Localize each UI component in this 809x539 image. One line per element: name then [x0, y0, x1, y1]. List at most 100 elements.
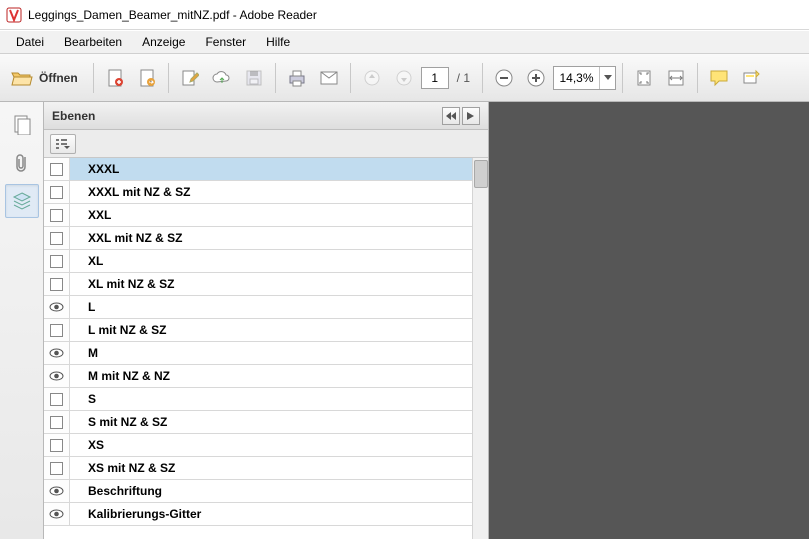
- highlight-button[interactable]: [736, 63, 766, 93]
- layers-icon: [12, 191, 32, 211]
- cloud-button[interactable]: [207, 63, 237, 93]
- attachments-tab[interactable]: [5, 146, 39, 180]
- layer-label: XXL mit NZ & SZ: [70, 231, 182, 245]
- layer-visibility-toggle[interactable]: [44, 342, 70, 364]
- page-number-input[interactable]: [421, 67, 449, 89]
- comment-button[interactable]: [704, 63, 734, 93]
- menu-bearbeiten[interactable]: Bearbeiten: [54, 32, 132, 52]
- panel-collapse-button[interactable]: [442, 107, 460, 125]
- layers-panel: Ebenen XXXL XXXL mit NZ & SZ XXL XXL mit NZ…: [44, 102, 489, 539]
- layer-visibility-toggle[interactable]: [44, 181, 70, 203]
- rewind-icon: [446, 112, 456, 120]
- layer-visibility-toggle[interactable]: [44, 434, 70, 456]
- sign-button[interactable]: [175, 63, 205, 93]
- checkbox-empty-icon: [50, 232, 63, 245]
- highlight-icon: [742, 69, 760, 87]
- layer-row[interactable]: M: [44, 342, 488, 365]
- fit-page-icon: [635, 69, 653, 87]
- scrollbar-track[interactable]: [472, 158, 488, 539]
- layer-label: XS mit NZ & SZ: [70, 461, 175, 475]
- layers-tab[interactable]: [5, 184, 39, 218]
- save-button[interactable]: [239, 63, 269, 93]
- layer-row[interactable]: XXL: [44, 204, 488, 227]
- zoom-dropdown[interactable]: [553, 66, 616, 90]
- speech-bubble-icon: [709, 69, 729, 87]
- scrollbar-thumb[interactable]: [474, 160, 488, 188]
- layer-visibility-toggle[interactable]: [44, 273, 70, 295]
- layer-visibility-toggle[interactable]: [44, 296, 70, 318]
- checkbox-empty-icon: [50, 163, 63, 176]
- fit-width-button[interactable]: [661, 63, 691, 93]
- folder-open-icon: [11, 69, 33, 87]
- layer-row[interactable]: XL mit NZ & SZ: [44, 273, 488, 296]
- layer-label: XXXL mit NZ & SZ: [70, 185, 190, 199]
- layer-row[interactable]: L mit NZ & SZ: [44, 319, 488, 342]
- layer-label: M: [70, 346, 98, 360]
- layer-row[interactable]: Beschriftung: [44, 480, 488, 503]
- page-thumbnails-icon: [13, 115, 31, 135]
- panel-header: Ebenen: [44, 102, 488, 130]
- document-area[interactable]: [489, 102, 809, 539]
- nav-strip: [0, 102, 44, 539]
- layer-visibility-toggle[interactable]: [44, 457, 70, 479]
- panel-close-button[interactable]: [462, 107, 480, 125]
- layer-label: S mit NZ & SZ: [70, 415, 167, 429]
- fit-page-button[interactable]: [629, 63, 659, 93]
- checkbox-empty-icon: [50, 255, 63, 268]
- layer-visibility-toggle[interactable]: [44, 411, 70, 433]
- layer-row[interactable]: L: [44, 296, 488, 319]
- minus-circle-icon: [494, 68, 514, 88]
- layer-label: Beschriftung: [70, 484, 162, 498]
- thumbnails-tab[interactable]: [5, 108, 39, 142]
- zoom-in-button[interactable]: [521, 63, 551, 93]
- layer-visibility-toggle[interactable]: [44, 250, 70, 272]
- eye-icon: [49, 371, 64, 381]
- layer-row[interactable]: XXXL: [44, 158, 488, 181]
- layer-row[interactable]: M mit NZ & NZ: [44, 365, 488, 388]
- chevron-down-icon[interactable]: [599, 67, 615, 89]
- layer-label: XXL: [70, 208, 111, 222]
- print-button[interactable]: [282, 63, 312, 93]
- layer-visibility-toggle[interactable]: [44, 227, 70, 249]
- layer-visibility-toggle[interactable]: [44, 319, 70, 341]
- menu-datei[interactable]: Datei: [6, 32, 54, 52]
- email-button[interactable]: [314, 63, 344, 93]
- layer-row[interactable]: XXXL mit NZ & SZ: [44, 181, 488, 204]
- layer-label: L: [70, 300, 95, 314]
- layer-row[interactable]: XS mit NZ & SZ: [44, 457, 488, 480]
- floppy-icon: [245, 69, 263, 87]
- layer-visibility-toggle[interactable]: [44, 365, 70, 387]
- layer-label: L mit NZ & SZ: [70, 323, 166, 337]
- layer-visibility-toggle[interactable]: [44, 503, 70, 525]
- layer-row[interactable]: XS: [44, 434, 488, 457]
- layer-label: XXXL: [70, 162, 119, 176]
- layer-visibility-toggle[interactable]: [44, 158, 70, 180]
- layer-visibility-toggle[interactable]: [44, 480, 70, 502]
- menu-fenster[interactable]: Fenster: [195, 32, 256, 52]
- layer-visibility-toggle[interactable]: [44, 388, 70, 410]
- layer-row[interactable]: S: [44, 388, 488, 411]
- zoom-out-button[interactable]: [489, 63, 519, 93]
- menu-anzeige[interactable]: Anzeige: [132, 32, 195, 52]
- panel-toolbar: [44, 130, 488, 158]
- page-up-button[interactable]: [357, 63, 387, 93]
- create-pdf-button[interactable]: [100, 63, 130, 93]
- open-button[interactable]: Öffnen: [6, 63, 87, 93]
- toolbar-separator: [350, 63, 351, 93]
- layer-row[interactable]: XL: [44, 250, 488, 273]
- layer-visibility-toggle[interactable]: [44, 204, 70, 226]
- layer-row[interactable]: XXL mit NZ & SZ: [44, 227, 488, 250]
- envelope-icon: [319, 70, 339, 86]
- window-title: Leggings_Damen_Beamer_mitNZ.pdf - Adobe …: [28, 8, 317, 22]
- convert-pdf-button[interactable]: [132, 63, 162, 93]
- menu-hilfe[interactable]: Hilfe: [256, 32, 300, 52]
- toolbar: Öffnen / 1: [0, 54, 809, 102]
- layer-row[interactable]: S mit NZ & SZ: [44, 411, 488, 434]
- zoom-value-input[interactable]: [554, 71, 599, 85]
- checkbox-empty-icon: [50, 324, 63, 337]
- layer-row[interactable]: Kalibrierungs-Gitter: [44, 503, 488, 526]
- page-down-button[interactable]: [389, 63, 419, 93]
- checkbox-empty-icon: [50, 439, 63, 452]
- panel-options-button[interactable]: [50, 134, 76, 154]
- layer-list: XXXL XXXL mit NZ & SZ XXL XXL mit NZ & SZ XL…: [44, 158, 488, 539]
